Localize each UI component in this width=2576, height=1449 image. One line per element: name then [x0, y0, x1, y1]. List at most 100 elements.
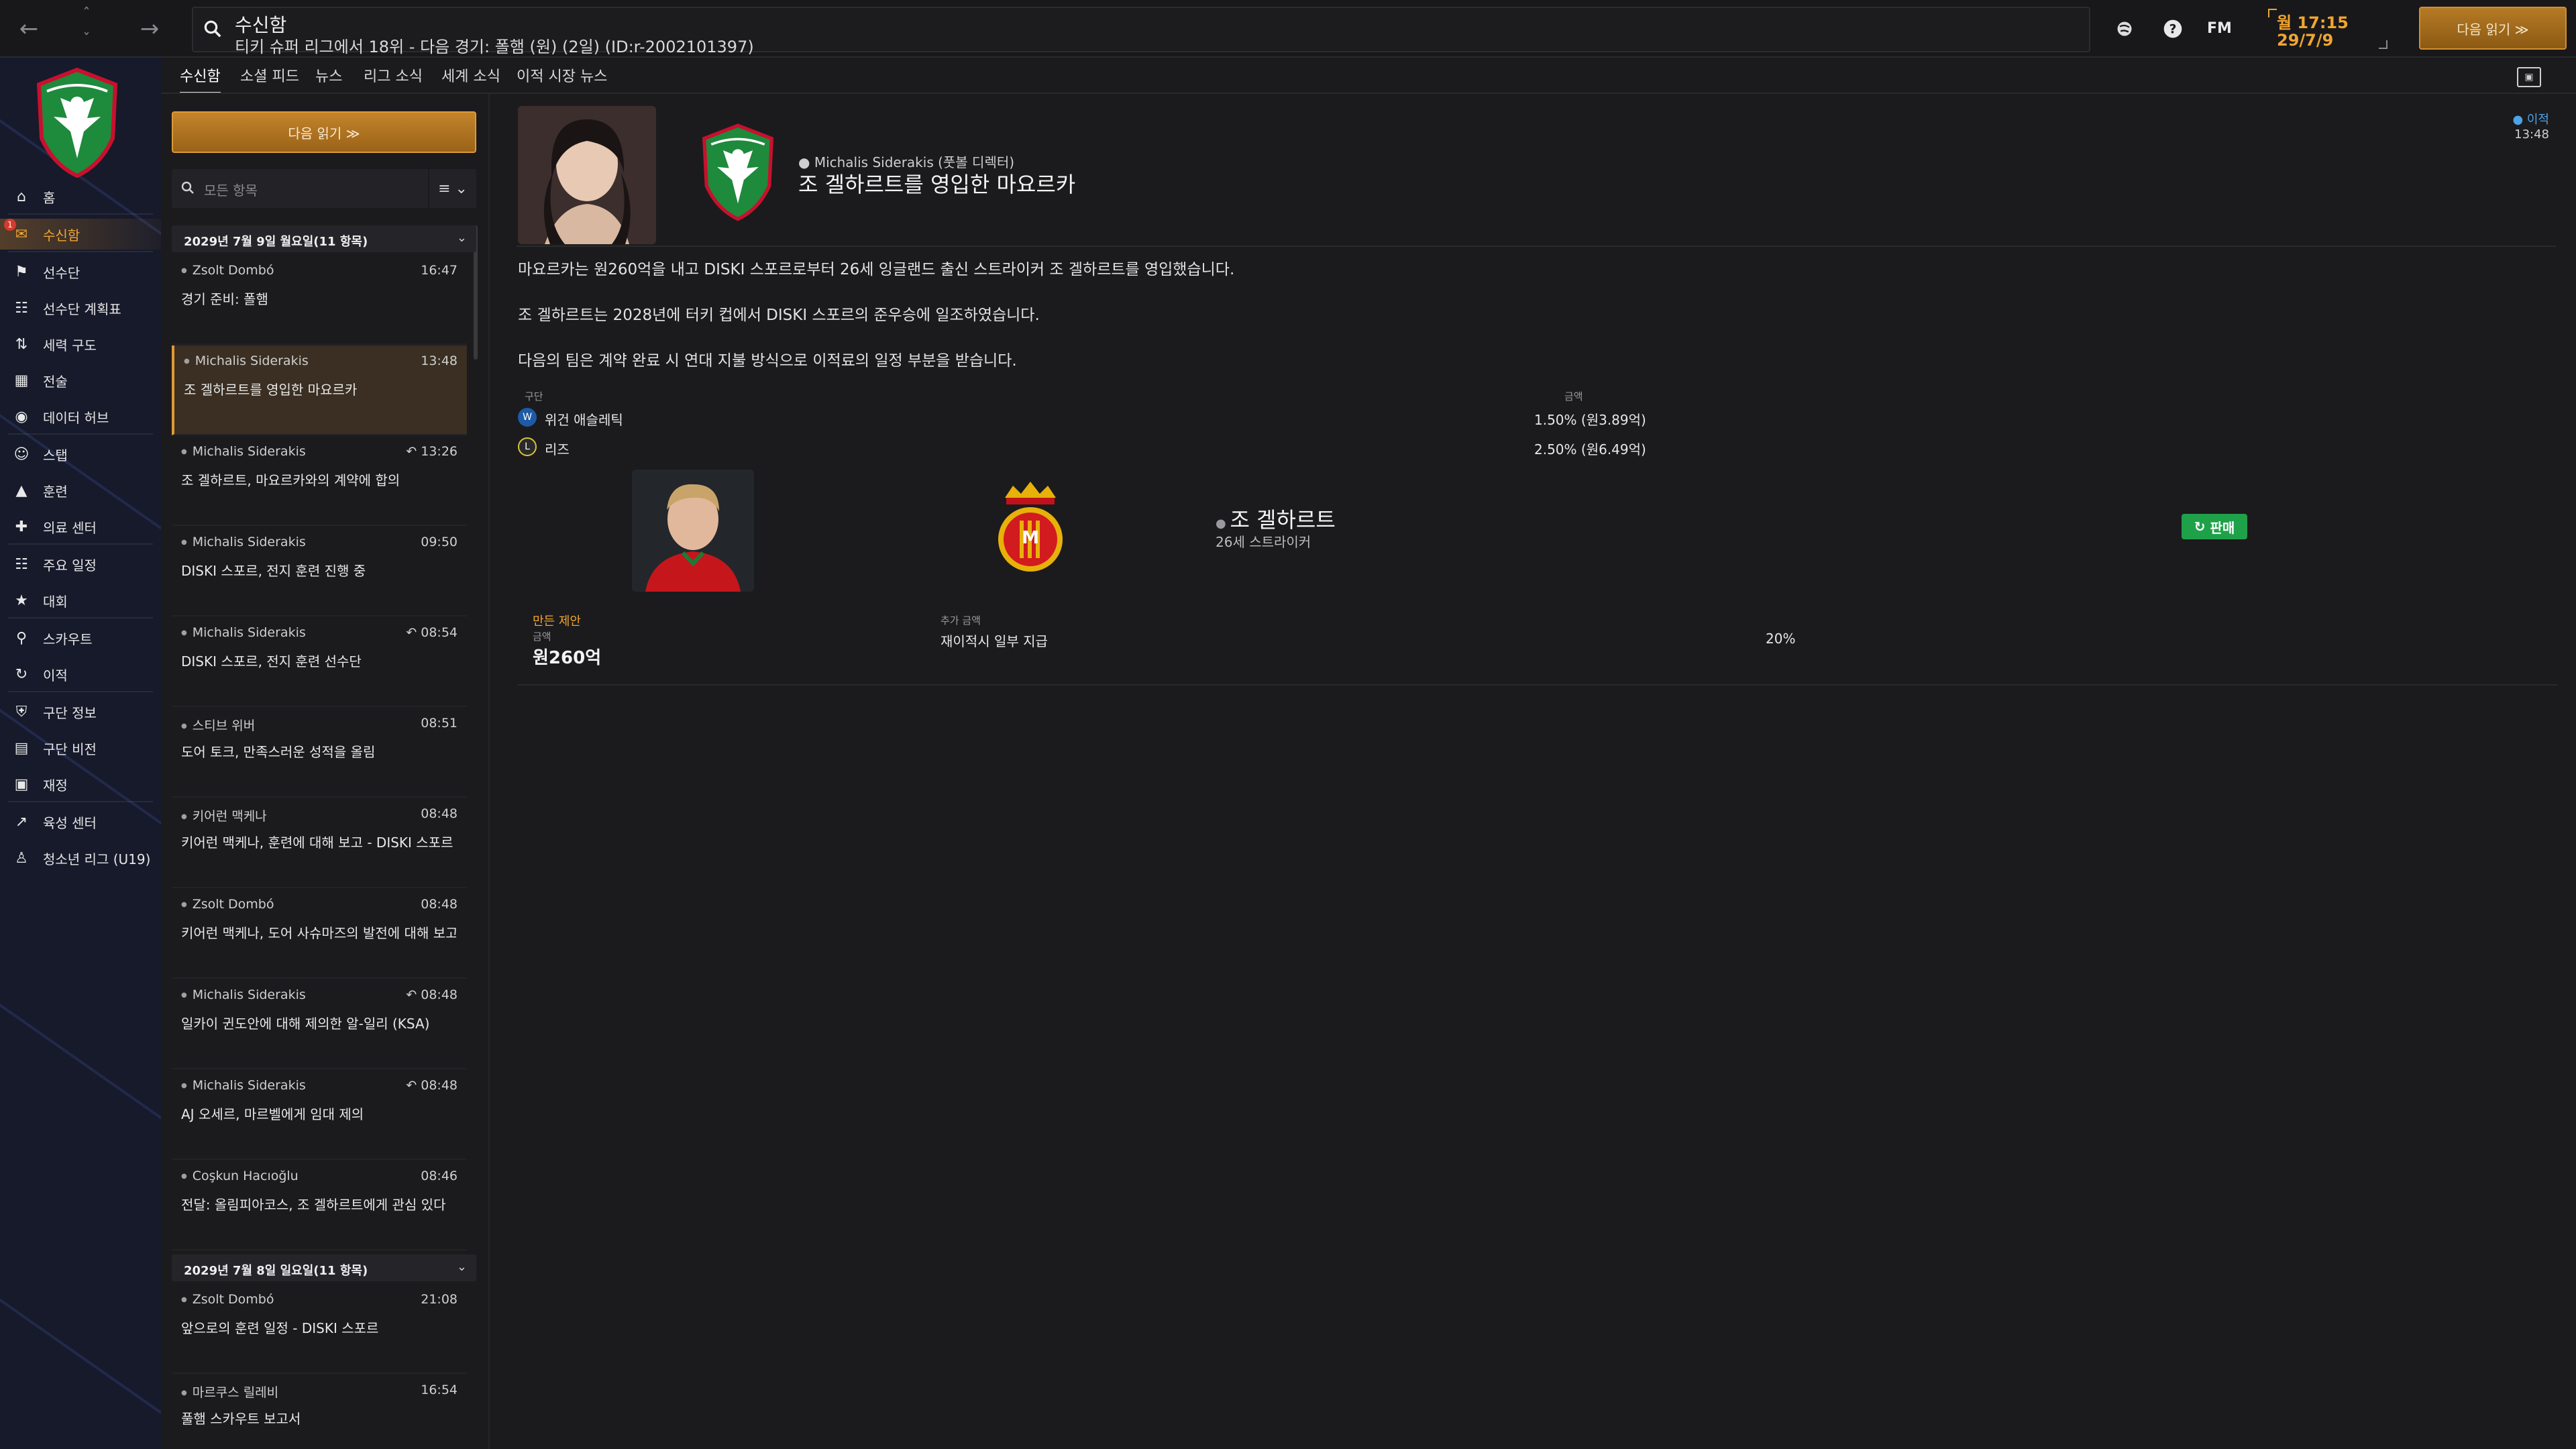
divider	[8, 433, 153, 435]
list-item[interactable]: Coşkun Hacıoğlu 08:46 전달: 올림피아코스, 조 겔하르트…	[172, 1161, 467, 1250]
list-item[interactable]: Michalis Siderakis ↶08:48 일카이 귄도안에 대해 제의…	[172, 979, 467, 1069]
list-item[interactable]: Michalis Siderakis ↶08:54 DISKI 스포르, 전지 …	[172, 617, 467, 707]
inbox-filter[interactable]: 모든 항목 ≡ ⌄	[172, 169, 476, 208]
list-item[interactable]: Zsolt Dombó 16:47 경기 준비: 폴햄	[172, 255, 467, 345]
tab-league-news[interactable]: 리그 소식	[364, 64, 423, 86]
message-time: ↶ 08:48	[406, 1078, 458, 1093]
page-subtitle: 티키 슈퍼 리그에서 18위 - 다음 경기: 폴햄 (원) (2일) (ID:…	[235, 38, 754, 56]
sidebar-item-dynamics[interactable]: ⇅ 세력 구도	[0, 329, 161, 360]
sidebar-item-tactics[interactable]: ▦ 전술	[0, 365, 161, 396]
filter-input[interactable]: 모든 항목	[204, 180, 258, 199]
sidebar-item-scouting[interactable]: ⚲ 스카우트	[0, 623, 161, 653]
sidebar-item-label: 의료 센터	[43, 519, 97, 536]
sidebar-item-club-vision[interactable]: ▤ 구단 비전	[0, 733, 161, 763]
message-sender: 키어런 맥케나	[181, 806, 267, 824]
medical-icon: ✚	[15, 518, 28, 535]
message-time: 08:48	[421, 806, 458, 821]
list-item[interactable]: 키어런 맥케나 08:48 키어런 맥케나, 훈련에 대해 보고 - DISKI…	[172, 798, 467, 888]
club-crest-icon[interactable]	[34, 64, 121, 178]
fee-value: 원260억	[533, 648, 602, 668]
sidebar: ⌂ 홈 ✉ 1 수신함 ⚑ 선수단 ☷ 선수단 계획표 ⇅ 세력 구도 ▦ 전술…	[0, 58, 161, 1449]
message-subject: DISKI 스포르, 전지 훈련 진행 중	[181, 563, 366, 579]
message-sender: Michalis Siderakis	[184, 354, 309, 368]
tab-news[interactable]: 뉴스	[315, 64, 342, 86]
chevron-down-icon[interactable]: ⌄	[457, 231, 467, 245]
list-item[interactable]: 스티브 위버 08:51 도어 토크, 만족스러운 성적을 올림	[172, 708, 467, 798]
divider	[8, 213, 153, 215]
sidebar-item-home[interactable]: ⌂ 홈	[0, 181, 161, 212]
transfer-card: M ● 조 겔하르트 26세 스트라이커 ↻ 판매 만든 제안 금액 원260억…	[518, 470, 2557, 686]
search-icon	[181, 181, 194, 194]
table-row[interactable]: L 리즈 2.50% (원6.49억)	[518, 432, 1658, 462]
message-headline: 조 겔하르트를 영입한 마요르카	[798, 172, 1076, 197]
sidebar-item-data-hub[interactable]: ◉ 데이터 허브	[0, 401, 161, 432]
divider	[8, 691, 153, 692]
list-item-selected[interactable]: Michalis Siderakis 13:48 조 겔하르트를 영입한 마요르…	[172, 345, 467, 435]
tab-social-feed[interactable]: 소셜 피드	[240, 64, 299, 86]
club-name[interactable]: 리즈	[545, 439, 570, 458]
clipboard-icon: ☷	[15, 299, 28, 317]
sidebar-item-development[interactable]: ↗ 육성 센터	[0, 806, 161, 837]
search-bar[interactable]: 수신함 티키 슈퍼 리그에서 18위 - 다음 경기: 폴햄 (원) (2일) …	[192, 7, 2090, 56]
addon-label: 추가 금액	[941, 614, 981, 627]
sidebar-item-inbox[interactable]: ✉ 1 수신함	[0, 219, 161, 250]
chevron-up-icon[interactable]: ˆ	[70, 4, 103, 24]
sidebar-item-squad-planner[interactable]: ☷ 선수단 계획표	[0, 292, 161, 323]
sidebar-item-label: 구단 정보	[43, 704, 97, 721]
chevron-down-icon[interactable]: ˇ	[70, 30, 103, 50]
list-item[interactable]: 마르쿠스 릴레비 16:54 풀햄 스카우트 보고서	[172, 1375, 467, 1449]
list-item[interactable]: Michalis Siderakis ↶08:48 AJ 오세르, 마르벨에게 …	[172, 1070, 467, 1160]
help-icon[interactable]: ?	[2160, 16, 2186, 42]
player-photo[interactable]	[632, 470, 754, 592]
message-subject: 전달: 올림피아코스, 조 겔하르트에게 관심 있다	[181, 1197, 446, 1213]
list-item[interactable]: Zsolt Dombó 21:08 앞으로의 훈련 일정 - DISKI 스포르	[172, 1284, 467, 1374]
mallorca-crest-icon[interactable]: M	[990, 479, 1071, 580]
list-item[interactable]: Michalis Siderakis 09:50 DISKI 스포르, 전지 훈…	[172, 527, 467, 616]
column-header-amount: 금액	[1564, 390, 1583, 402]
sidebar-item-youth-league[interactable]: ♙ 청소년 리그 (U19)	[0, 843, 161, 873]
sidebar-item-competitions[interactable]: ★ 대회	[0, 585, 161, 616]
message-subject: 조 겔하르트, 마요르카와의 계약에 합의	[181, 472, 400, 488]
amount: 2.50% (원6.49억)	[1534, 441, 1646, 458]
message-category-tag[interactable]: ● 이적	[2512, 110, 2549, 127]
tab-world-news[interactable]: 세계 소식	[441, 64, 500, 86]
sidebar-item-finances[interactable]: ▣ 재정	[0, 769, 161, 800]
sidebar-item-label: 전술	[43, 373, 68, 390]
message-subject: 도어 토크, 만족스러운 성적을 올림	[181, 744, 376, 760]
world-icon[interactable]	[2112, 16, 2137, 42]
filter-menu-button[interactable]: ≡ ⌄	[428, 169, 476, 208]
fee-sublabel: 금액	[533, 631, 551, 643]
date-group-header[interactable]: 2029년 7월 9일 월요일(11 항목) ⌄	[172, 225, 476, 252]
player-name[interactable]: ● 조 겔하르트	[1216, 503, 1336, 534]
sidebar-item-staff[interactable]: ☺ 스탭	[0, 439, 161, 470]
message-subject: 키어런 맥케나, 훈련에 대해 보고 - DISKI 스포르	[181, 835, 453, 851]
message-subject: 일카이 귄도안에 대해 제의한 알-일리 (KSA)	[181, 1016, 430, 1032]
sidebar-item-schedule[interactable]: ☷ 주요 일정	[0, 549, 161, 580]
date-group-header[interactable]: 2029년 7월 8일 일요일(11 항목) ⌄	[172, 1254, 476, 1281]
back-arrow-icon[interactable]: ←	[12, 12, 46, 46]
continue-button[interactable]: 다음 읽기 ≫	[2419, 7, 2567, 50]
club-name[interactable]: 위건 애슬레틱	[545, 409, 623, 429]
list-item[interactable]: Zsolt Dombó 08:48 키어런 맥케나, 도어 사슈마즈의 발전에 …	[172, 889, 467, 979]
divider	[8, 801, 153, 802]
list-item[interactable]: Michalis Siderakis ↶13:26 조 겔하르트, 마요르카와의…	[172, 436, 467, 526]
group-title: 2029년 7월 8일 일요일(11 항목)	[184, 1264, 368, 1278]
sidebar-item-squad[interactable]: ⚑ 선수단	[0, 256, 161, 287]
tab-inbox[interactable]: 수신함	[180, 64, 221, 94]
inbox-list-panel: 다음 읽기 ≫ 모든 항목 ≡ ⌄ 2029년 7월 9일 월요일(11 항목)…	[161, 94, 490, 1449]
sidebar-item-medical[interactable]: ✚ 의료 센터	[0, 511, 161, 542]
sidebar-item-label: 재정	[43, 777, 68, 794]
sidebar-item-transfers[interactable]: ↻ 이적	[0, 659, 161, 690]
sidebar-item-label: 훈련	[43, 483, 68, 500]
read-next-button[interactable]: 다음 읽기 ≫	[172, 111, 476, 153]
chevron-down-icon[interactable]: ⌄	[457, 1260, 467, 1274]
tab-transfer-news[interactable]: 이적 시장 뉴스	[517, 64, 607, 86]
screenshot-icon[interactable]: ▣	[2517, 67, 2541, 87]
sidebar-item-training[interactable]: ▲ 훈련	[0, 475, 161, 506]
divider	[517, 246, 2556, 247]
table-row[interactable]: W 위건 애슬레틱 1.50% (원3.89억)	[518, 402, 1658, 432]
date-time-display[interactable]: 월 17:15 29/7/9	[2267, 8, 2388, 50]
forward-arrow-icon[interactable]: →	[133, 12, 166, 46]
fm-logo[interactable]: FM	[2207, 20, 2232, 37]
sidebar-item-club-info[interactable]: ⛨ 구단 정보	[0, 696, 161, 727]
